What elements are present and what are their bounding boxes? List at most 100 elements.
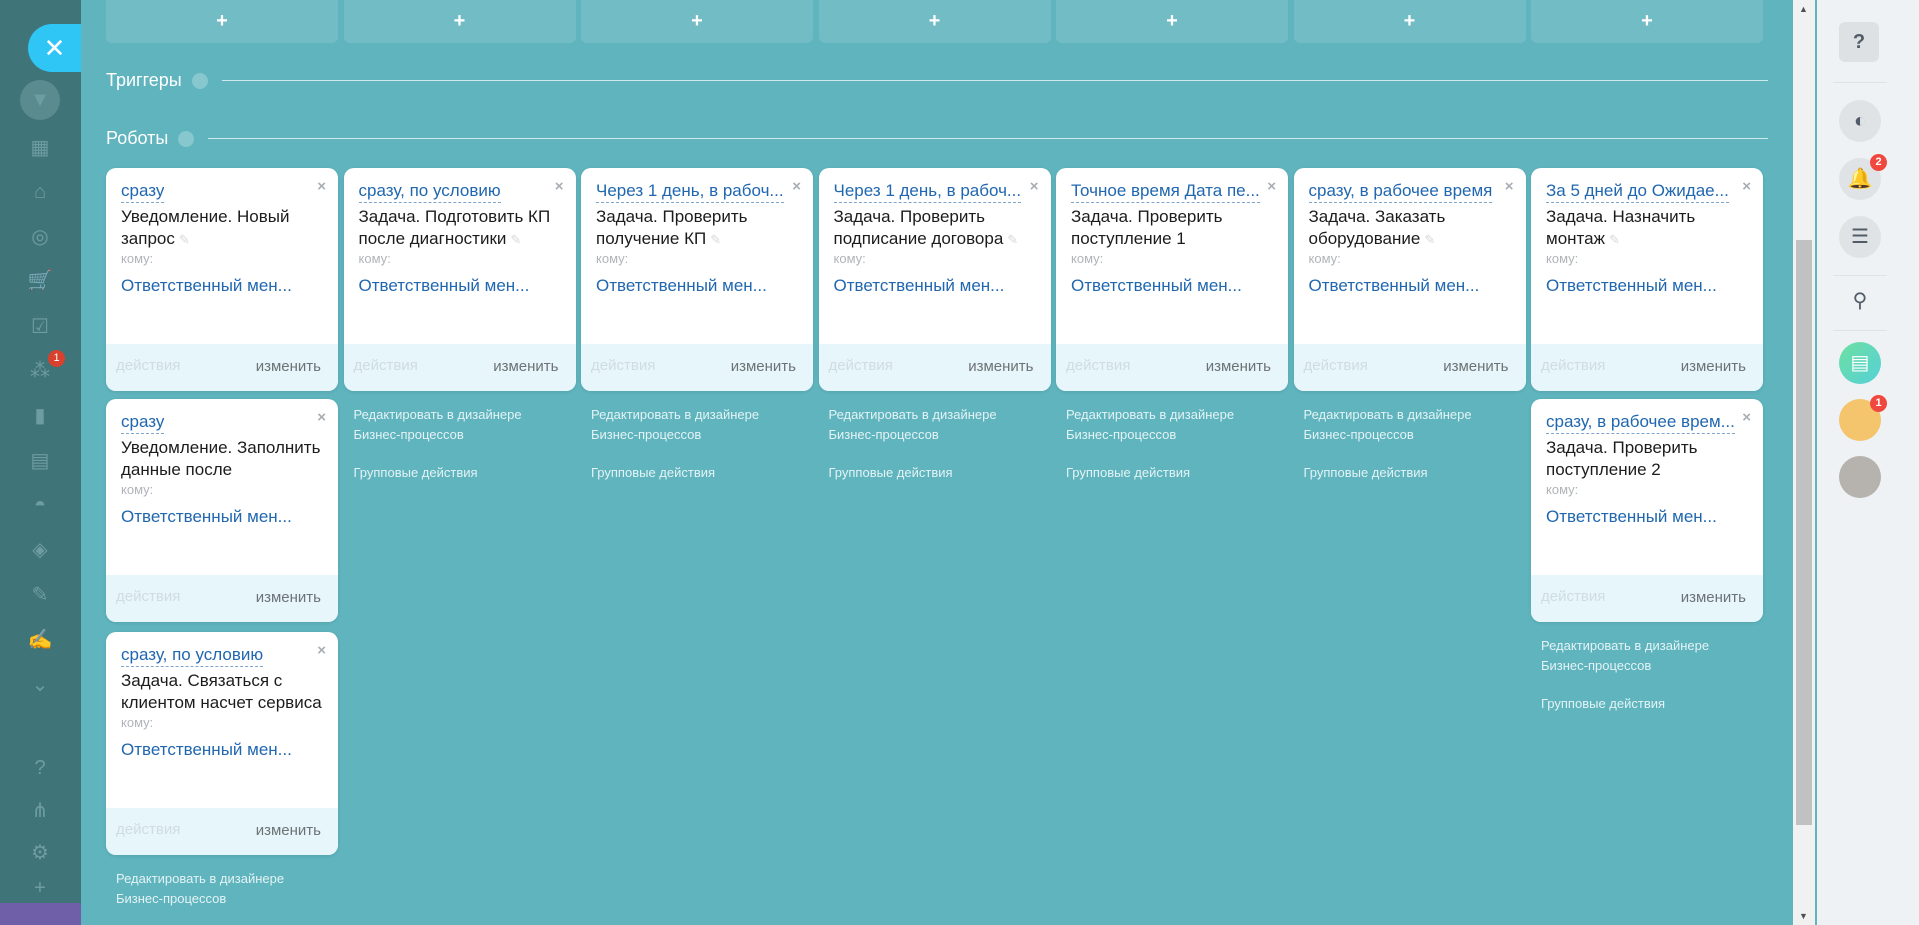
- actions-button[interactable]: действия: [1066, 357, 1130, 374]
- edit-pencil-icon[interactable]: ✎: [510, 232, 521, 247]
- responsible-link[interactable]: Ответственный мен...: [1071, 276, 1242, 296]
- help-icon[interactable]: ?: [178, 130, 195, 147]
- delete-robot-icon[interactable]: ×: [1505, 178, 1514, 195]
- responsible-link[interactable]: Ответственный мен...: [1309, 276, 1480, 296]
- responsible-link[interactable]: Ответственный мен...: [596, 276, 767, 296]
- edit-in-designer-link-line2[interactable]: Бизнес-процессов: [1531, 656, 1763, 676]
- delete-robot-icon[interactable]: ×: [1030, 178, 1039, 195]
- edit-in-designer-link-line2[interactable]: Бизнес-процессов: [106, 889, 338, 909]
- chart-icon[interactable]: ▮: [25, 401, 55, 431]
- delete-robot-icon[interactable]: ×: [317, 178, 326, 195]
- copilot-icon[interactable]: ◐: [1839, 100, 1881, 142]
- scroll-up-arrow[interactable]: ▲: [1799, 4, 1808, 14]
- group-actions-link[interactable]: Групповые действия: [1056, 463, 1288, 483]
- actions-button[interactable]: действия: [354, 357, 418, 374]
- chat-list-icon[interactable]: ☰: [1839, 216, 1881, 258]
- delete-robot-icon[interactable]: ×: [317, 642, 326, 659]
- change-button[interactable]: изменить: [256, 358, 321, 375]
- delete-robot-icon[interactable]: ×: [792, 178, 801, 195]
- robot-condition-link[interactable]: сразу: [121, 411, 165, 434]
- responsible-link[interactable]: Ответственный мен...: [121, 276, 292, 296]
- contact-card-icon[interactable]: ▤: [25, 446, 55, 476]
- network-icon[interactable]: ⁂ 1: [25, 350, 65, 386]
- scroll-thumb[interactable]: [1796, 240, 1812, 825]
- news-feed-icon[interactable]: ▤: [1839, 342, 1881, 384]
- responsible-link[interactable]: Ответственный мен...: [359, 276, 530, 296]
- scroll-down-arrow[interactable]: ▼: [1799, 911, 1808, 921]
- edit-in-designer-link[interactable]: Редактировать в дизайнере: [1531, 636, 1763, 656]
- edit-pencil-icon[interactable]: ✎: [1609, 232, 1620, 247]
- assistant-avatar[interactable]: 1: [1839, 395, 1887, 441]
- actions-button[interactable]: действия: [829, 357, 893, 374]
- edit-in-designer-link[interactable]: Редактировать в дизайнере: [344, 405, 576, 425]
- gear-icon[interactable]: ⚙: [25, 838, 55, 868]
- group-actions-link[interactable]: Групповые действия: [1531, 694, 1763, 714]
- actions-button[interactable]: действия: [1541, 357, 1605, 374]
- responsible-link[interactable]: Ответственный мен...: [121, 507, 292, 527]
- edit-pencil-icon[interactable]: ✎: [710, 232, 721, 247]
- edit-in-designer-link[interactable]: Редактировать в дизайнере: [581, 405, 813, 425]
- change-button[interactable]: изменить: [1681, 358, 1746, 375]
- responsible-link[interactable]: Ответственный мен...: [121, 740, 292, 760]
- add-trigger-button[interactable]: +: [581, 0, 813, 43]
- actions-button[interactable]: действия: [1304, 357, 1368, 374]
- robot-condition-link[interactable]: сразу: [121, 180, 165, 203]
- edit-in-designer-link-line2[interactable]: Бизнес-процессов: [1294, 425, 1526, 445]
- robot-condition-link[interactable]: Через 1 день, в рабоч...: [833, 180, 1022, 203]
- cube-icon[interactable]: ◈: [25, 535, 55, 565]
- warehouse-icon[interactable]: ⌂: [25, 177, 55, 207]
- add-trigger-button[interactable]: +: [1056, 0, 1288, 43]
- help-button[interactable]: ?: [1839, 22, 1879, 62]
- cart-icon[interactable]: 🛒: [25, 266, 55, 296]
- actions-button[interactable]: действия: [116, 357, 180, 374]
- robot-condition-link[interactable]: сразу, по условию: [358, 180, 501, 203]
- actions-button[interactable]: действия: [116, 821, 180, 838]
- delete-robot-icon[interactable]: ×: [555, 178, 564, 195]
- change-button[interactable]: изменить: [256, 589, 321, 606]
- close-slider-button[interactable]: ✕: [28, 24, 81, 72]
- responsible-link[interactable]: Ответственный мен...: [1546, 276, 1717, 296]
- chevron-down-circle-icon[interactable]: ⌄: [25, 670, 55, 700]
- help-icon[interactable]: ?: [191, 72, 208, 89]
- change-button[interactable]: изменить: [1206, 358, 1271, 375]
- actions-button[interactable]: действия: [591, 357, 655, 374]
- target-icon[interactable]: ◎: [25, 222, 55, 252]
- robot-condition-link[interactable]: сразу, по условию: [121, 644, 264, 667]
- change-button[interactable]: изменить: [1443, 358, 1508, 375]
- add-trigger-button[interactable]: +: [343, 0, 576, 43]
- robot-condition-link[interactable]: За 5 дней до Ожидае...: [1546, 180, 1729, 203]
- robot-condition-link[interactable]: сразу, в рабочее время: [1308, 180, 1493, 203]
- help-icon[interactable]: ?: [25, 753, 55, 783]
- group-actions-link[interactable]: Групповые действия: [1294, 463, 1526, 483]
- add-trigger-button[interactable]: +: [1293, 0, 1526, 43]
- edit-pencil-icon[interactable]: ✎: [1007, 232, 1018, 247]
- add-trigger-button[interactable]: +: [1531, 0, 1763, 43]
- responsible-link[interactable]: Ответственный мен...: [834, 276, 1005, 296]
- checkbox-icon[interactable]: ☑: [25, 312, 55, 342]
- signature-icon[interactable]: ✍: [25, 625, 55, 655]
- plus-icon[interactable]: +: [25, 873, 55, 903]
- vertical-scrollbar[interactable]: ▲ ▼: [1793, 0, 1815, 925]
- edit-in-designer-link[interactable]: Редактировать в дизайнере: [819, 405, 1051, 425]
- sidebar-bottom-avatar[interactable]: [0, 903, 81, 925]
- robot-icon[interactable]: ◓: [25, 490, 55, 520]
- change-button[interactable]: изменить: [493, 358, 558, 375]
- responsible-link[interactable]: Ответственный мен...: [1546, 507, 1717, 527]
- edit-in-designer-link-line2[interactable]: Бизнес-процессов: [581, 425, 813, 445]
- bell-icon[interactable]: 🔔 2: [1839, 154, 1887, 200]
- filter-icon[interactable]: ▼: [20, 80, 60, 120]
- edit-in-designer-link-line2[interactable]: Бизнес-процессов: [344, 425, 576, 445]
- actions-button[interactable]: действия: [1541, 588, 1605, 605]
- delete-robot-icon[interactable]: ×: [1742, 178, 1751, 195]
- change-button[interactable]: изменить: [968, 358, 1033, 375]
- edit-pencil-icon[interactable]: ✎: [179, 232, 190, 247]
- robot-condition-link[interactable]: Через 1 день, в рабоч...: [596, 180, 784, 203]
- robot-condition-link[interactable]: Точное время Дата пе...: [1071, 180, 1260, 203]
- delete-robot-icon[interactable]: ×: [317, 409, 326, 426]
- add-trigger-button[interactable]: +: [818, 0, 1051, 43]
- calendar-list-icon[interactable]: ▦: [25, 133, 55, 163]
- group-actions-link[interactable]: Групповые действия: [581, 463, 813, 483]
- edit-in-designer-link-line2[interactable]: Бизнес-процессов: [1056, 425, 1288, 445]
- delete-robot-icon[interactable]: ×: [1267, 178, 1276, 195]
- edit-in-designer-link-line2[interactable]: Бизнес-процессов: [819, 425, 1051, 445]
